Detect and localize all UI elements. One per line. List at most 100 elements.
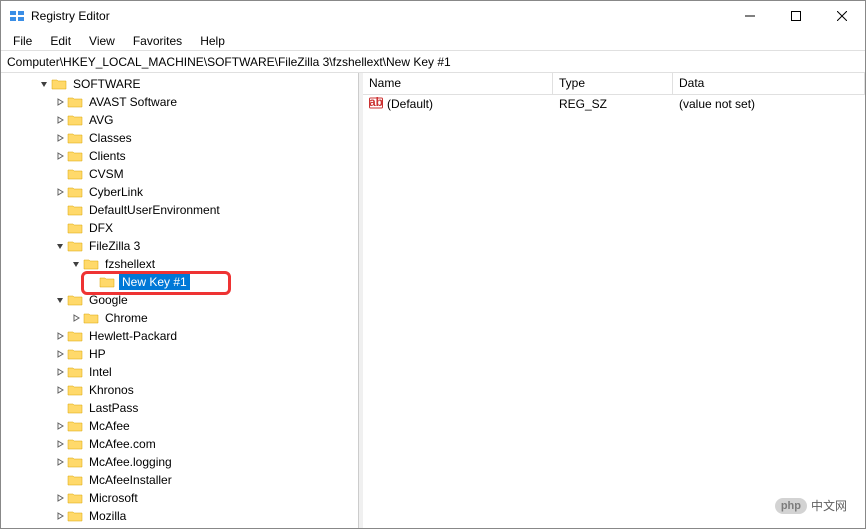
tree-item[interactable]: CyberLink bbox=[1, 183, 358, 201]
string-value-icon: ab bbox=[369, 96, 383, 113]
tree-item-label: Microsoft bbox=[87, 491, 140, 505]
expand-arrow-icon[interactable] bbox=[53, 347, 67, 361]
tree-item[interactable]: CVSM bbox=[1, 165, 358, 183]
tree-item[interactable]: McAfee bbox=[1, 417, 358, 435]
tree-item-label: AVG bbox=[87, 113, 115, 127]
expand-arrow-icon[interactable] bbox=[53, 383, 67, 397]
menu-edit[interactable]: Edit bbox=[42, 32, 79, 50]
folder-icon bbox=[67, 221, 83, 235]
expand-arrow-icon[interactable] bbox=[53, 455, 67, 469]
tree-item[interactable]: Clients bbox=[1, 147, 358, 165]
values-header: Name Type Data bbox=[363, 73, 865, 95]
folder-icon bbox=[67, 329, 83, 343]
minimize-button[interactable] bbox=[727, 1, 773, 31]
tree-item-google[interactable]: Google bbox=[1, 291, 358, 309]
tree-item-label: fzshellext bbox=[103, 257, 157, 271]
col-header-type[interactable]: Type bbox=[553, 73, 673, 94]
folder-icon bbox=[67, 185, 83, 199]
tree-item-newkey[interactable]: New Key #1 bbox=[1, 273, 358, 291]
watermark-text: 中文网 bbox=[811, 497, 847, 514]
tree-item-label: McAfee.com bbox=[87, 437, 158, 451]
tree-item-label: SOFTWARE bbox=[71, 77, 143, 91]
col-header-name[interactable]: Name bbox=[363, 73, 553, 94]
tree-item[interactable]: DefaultUserEnvironment bbox=[1, 201, 358, 219]
expand-arrow-icon[interactable] bbox=[53, 509, 67, 523]
svg-text:ab: ab bbox=[369, 96, 383, 109]
tree-item[interactable]: Microsoft bbox=[1, 489, 358, 507]
expand-arrow-icon[interactable] bbox=[53, 329, 67, 343]
tree-item-label: McAfee bbox=[87, 419, 132, 433]
folder-icon bbox=[67, 491, 83, 505]
tree-item[interactable]: AVAST Software bbox=[1, 93, 358, 111]
maximize-button[interactable] bbox=[773, 1, 819, 31]
expand-arrow-icon[interactable] bbox=[37, 77, 51, 91]
tree-item[interactable]: Classes bbox=[1, 129, 358, 147]
tree-item[interactable]: McAfee.com bbox=[1, 435, 358, 453]
tree-item-label: Classes bbox=[87, 131, 134, 145]
expand-arrow-icon bbox=[53, 203, 67, 217]
menu-file[interactable]: File bbox=[5, 32, 40, 50]
tree-item-label: Hewlett-Packard bbox=[87, 329, 179, 343]
menu-view[interactable]: View bbox=[81, 32, 123, 50]
tree-item[interactable]: Khronos bbox=[1, 381, 358, 399]
tree-item-label: DefaultUserEnvironment bbox=[87, 203, 222, 217]
tree-item[interactable]: DFX bbox=[1, 219, 358, 237]
app-icon bbox=[9, 8, 25, 24]
tree-item[interactable]: Hewlett-Packard bbox=[1, 327, 358, 345]
expand-arrow-icon[interactable] bbox=[53, 113, 67, 127]
tree-item-label: Google bbox=[87, 293, 130, 307]
menubar: File Edit View Favorites Help bbox=[1, 31, 865, 51]
tree-item-label: Intel bbox=[87, 365, 114, 379]
expand-arrow-icon[interactable] bbox=[69, 257, 83, 271]
expand-arrow-icon[interactable] bbox=[53, 419, 67, 433]
value-data-cell: (value not set) bbox=[673, 96, 865, 112]
tree-item[interactable]: McAfee.logging bbox=[1, 453, 358, 471]
expand-arrow-icon bbox=[85, 275, 99, 289]
tree-item-filezilla[interactable]: FileZilla 3 bbox=[1, 237, 358, 255]
folder-icon bbox=[67, 473, 83, 487]
folder-icon bbox=[51, 77, 67, 91]
tree-item[interactable]: McAfeeInstaller bbox=[1, 471, 358, 489]
expand-arrow-icon[interactable] bbox=[53, 149, 67, 163]
tree-item-label: DFX bbox=[87, 221, 115, 235]
col-header-data[interactable]: Data bbox=[673, 73, 865, 94]
folder-icon bbox=[67, 383, 83, 397]
expand-arrow-icon[interactable] bbox=[69, 311, 83, 325]
registry-editor-window: Registry Editor File Edit View Favorites… bbox=[0, 0, 866, 529]
folder-icon bbox=[99, 275, 115, 289]
tree-item[interactable]: Mozilla bbox=[1, 507, 358, 525]
expand-arrow-icon[interactable] bbox=[53, 239, 67, 253]
tree-item-software[interactable]: SOFTWARE bbox=[1, 75, 358, 93]
tree-item[interactable]: HP bbox=[1, 345, 358, 363]
folder-icon bbox=[67, 365, 83, 379]
folder-icon bbox=[67, 437, 83, 451]
expand-arrow-icon bbox=[53, 167, 67, 181]
expand-arrow-icon[interactable] bbox=[53, 293, 67, 307]
expand-arrow-icon[interactable] bbox=[53, 131, 67, 145]
tree-item-label: McAfee.logging bbox=[87, 455, 174, 469]
watermark-bubble: php bbox=[775, 498, 807, 514]
expand-arrow-icon[interactable] bbox=[53, 365, 67, 379]
expand-arrow-icon[interactable] bbox=[53, 95, 67, 109]
menu-help[interactable]: Help bbox=[192, 32, 233, 50]
content-area: SOFTWAREAVAST SoftwareAVGClassesClientsC… bbox=[1, 73, 865, 528]
expand-arrow-icon[interactable] bbox=[53, 491, 67, 505]
values-body: ab(Default)REG_SZ(value not set) bbox=[363, 95, 865, 528]
tree-item[interactable]: AVG bbox=[1, 111, 358, 129]
tree-item-chrome[interactable]: Chrome bbox=[1, 309, 358, 327]
value-row[interactable]: ab(Default)REG_SZ(value not set) bbox=[363, 95, 865, 113]
tree-item[interactable]: LastPass bbox=[1, 399, 358, 417]
tree-item[interactable]: Intel bbox=[1, 363, 358, 381]
folder-icon bbox=[67, 239, 83, 253]
expand-arrow-icon[interactable] bbox=[53, 185, 67, 199]
tree-pane[interactable]: SOFTWAREAVAST SoftwareAVGClassesClientsC… bbox=[1, 73, 359, 528]
tree-item-fzshellext[interactable]: fzshellext bbox=[1, 255, 358, 273]
address-bar[interactable]: Computer\HKEY_LOCAL_MACHINE\SOFTWARE\Fil… bbox=[1, 51, 865, 73]
menu-favorites[interactable]: Favorites bbox=[125, 32, 190, 50]
watermark: php 中文网 bbox=[775, 497, 847, 514]
close-button[interactable] bbox=[819, 1, 865, 31]
tree-item-label: FileZilla 3 bbox=[87, 239, 142, 253]
tree-item-label: HP bbox=[87, 347, 108, 361]
window-controls bbox=[727, 1, 865, 31]
expand-arrow-icon[interactable] bbox=[53, 437, 67, 451]
